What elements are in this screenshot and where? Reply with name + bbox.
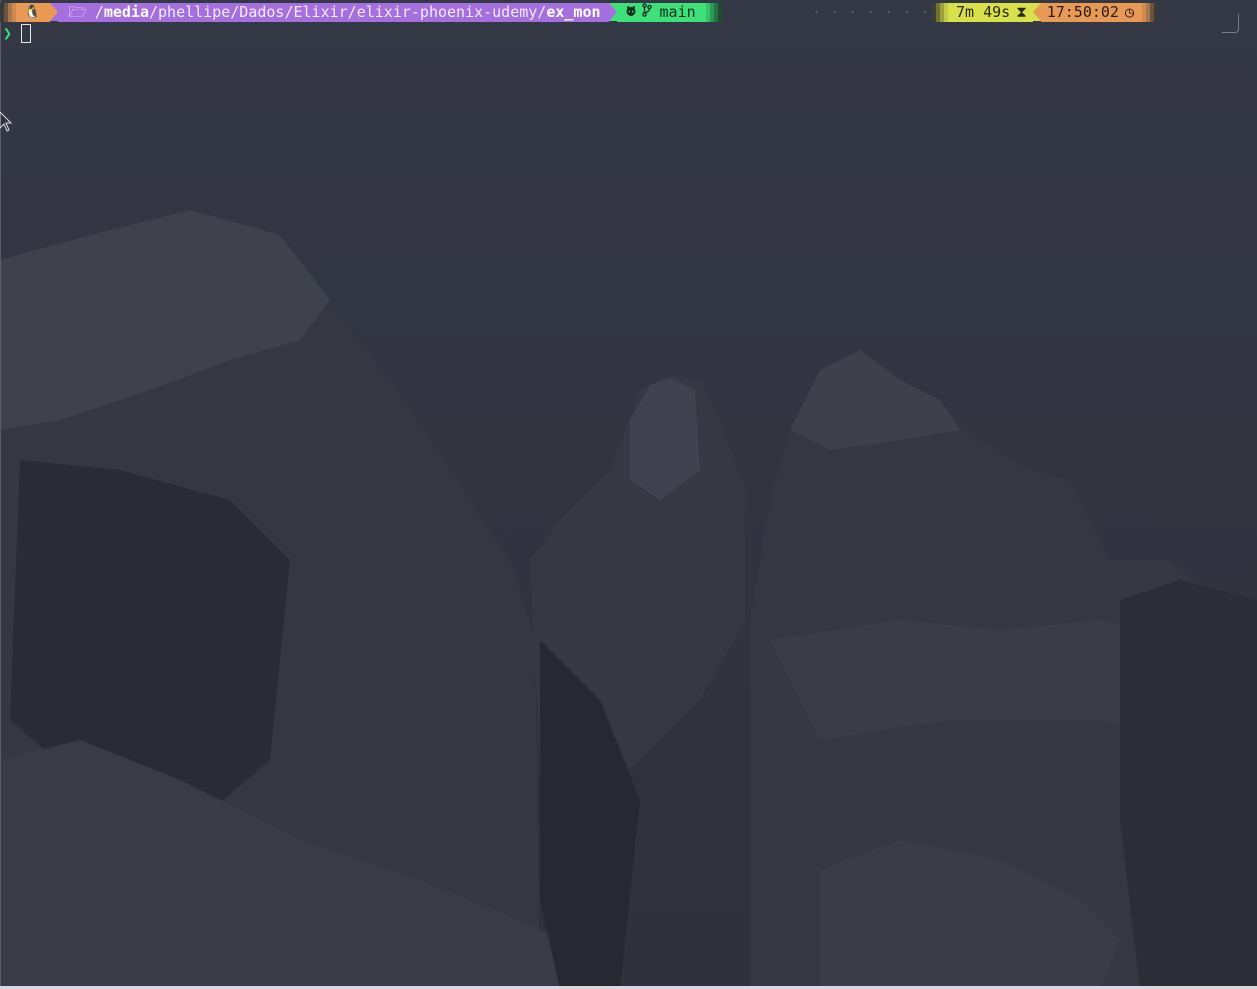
os-segment: 🐧 (16, 3, 51, 22)
git-segment: main (616, 3, 706, 22)
path-bold-end: ex_mon (546, 3, 601, 21)
time-segment: 17:50:02 ◷ (1040, 3, 1142, 22)
window-border-left (0, 0, 1, 989)
prompt-chevron: ❯ (3, 24, 13, 42)
command-input-line[interactable]: ❯ (3, 22, 31, 44)
prompt-filler: · · · · · · · · · · · · · · · · · · · · (812, 3, 930, 21)
duration-segment: 7m 49s ⧗ (948, 3, 1033, 22)
terminal-window[interactable]: 🐧 🗁 / media/phellipe/Dados/Elixir/elixir-… (0, 0, 1257, 989)
path-middle: /phellipe/Dados/Elixir/elixir-phoenix-ud… (148, 3, 547, 21)
path-prefix: / (94, 3, 104, 21)
separator-fade (717, 3, 722, 22)
hourglass-icon: ⧗ (1016, 3, 1027, 21)
separator-fade (1154, 3, 1158, 22)
segment-arrow (50, 3, 59, 21)
text-cursor (21, 23, 31, 43)
git-branch-name: main (659, 3, 696, 21)
prompt-left: 🐧 🗁 / media/phellipe/Dados/Elixir/elixir-… (0, 3, 722, 22)
prompt-right: 7m 49s ⧗ 17:50:02 ◷ (932, 3, 1158, 22)
right-prompt-corner (1222, 14, 1239, 33)
directory-segment[interactable]: 🗁 / media/phellipe/Dados/Elixir/elixir-ph… (58, 3, 609, 22)
mouse-pointer-icon (0, 112, 12, 132)
path-bold-start: media (103, 3, 149, 21)
mountain-wallpaper (0, 0, 1257, 989)
linux-tux-icon: 🐧 (24, 5, 41, 20)
current-time: 17:50:02 (1046, 3, 1119, 21)
segment-arrow (608, 3, 617, 21)
github-icon (625, 3, 637, 22)
git-branch-icon (641, 3, 652, 22)
command-duration: 7m 49s (956, 3, 1011, 21)
clock-icon: ◷ (1124, 3, 1134, 21)
folder-open-icon: 🗁 (68, 3, 87, 21)
segment-arrow (1032, 3, 1041, 21)
